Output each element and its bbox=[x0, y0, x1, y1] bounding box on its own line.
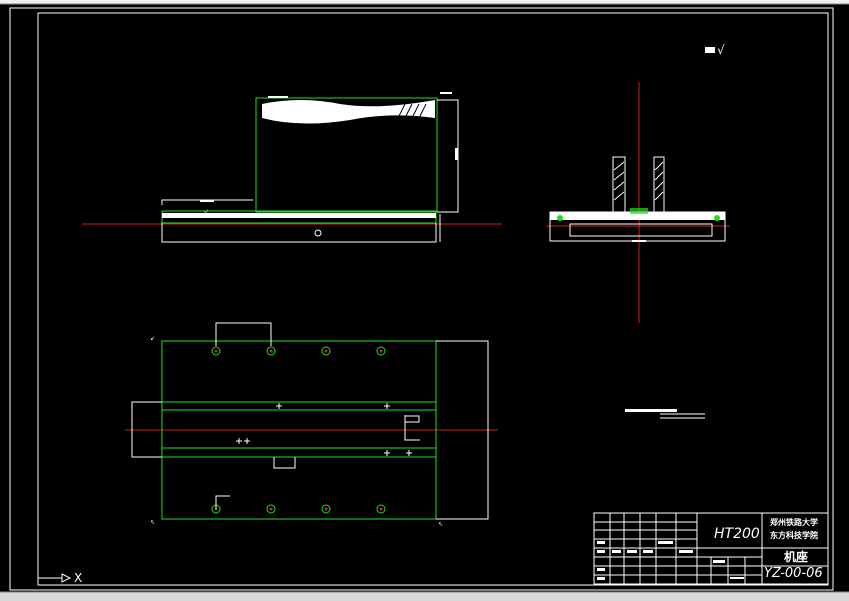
school-name-line2: 东方科技学院 bbox=[770, 530, 818, 540]
drawing-number: YZ-00-06 bbox=[764, 566, 823, 581]
svg-text:√: √ bbox=[204, 209, 209, 217]
school-name-line1: 郑州铁路大学 bbox=[770, 517, 818, 527]
plan-holes-top bbox=[211, 346, 386, 356]
plan-view: ↙ ↖ ↖ bbox=[125, 322, 498, 528]
side-view bbox=[546, 82, 730, 323]
front-hole-mark bbox=[314, 229, 322, 237]
side-upright-right bbox=[653, 156, 665, 213]
ucs-icon: X bbox=[38, 571, 82, 585]
svg-text:↙: ↙ bbox=[150, 335, 155, 342]
part-name: 机座 bbox=[784, 549, 808, 564]
side-upright-left bbox=[612, 156, 626, 213]
svg-text:↖: ↖ bbox=[438, 521, 443, 528]
plan-holes-bottom bbox=[211, 504, 386, 514]
title-block-fill-marks bbox=[597, 541, 744, 580]
drawing-frame bbox=[9, 7, 834, 591]
cad-drawing-canvas[interactable]: √ √ ↙ ↖ ↖ HT200 郑州铁路大学 东方科技学院 机座 YZ-00-0… bbox=[0, 0, 849, 601]
viewport-top-edge bbox=[0, 0, 849, 5]
front-wall-hatch bbox=[262, 100, 435, 124]
section-symbol bbox=[625, 409, 705, 419]
material-label: HT200 bbox=[714, 526, 760, 542]
front-view: √ bbox=[82, 92, 502, 243]
svg-text:↖: ↖ bbox=[150, 519, 155, 526]
layout-tab-strip[interactable] bbox=[0, 591, 849, 601]
roughness-note: √ bbox=[705, 43, 725, 57]
roughness-symbol: √ bbox=[717, 43, 725, 57]
ucs-x-label: X bbox=[74, 571, 82, 585]
